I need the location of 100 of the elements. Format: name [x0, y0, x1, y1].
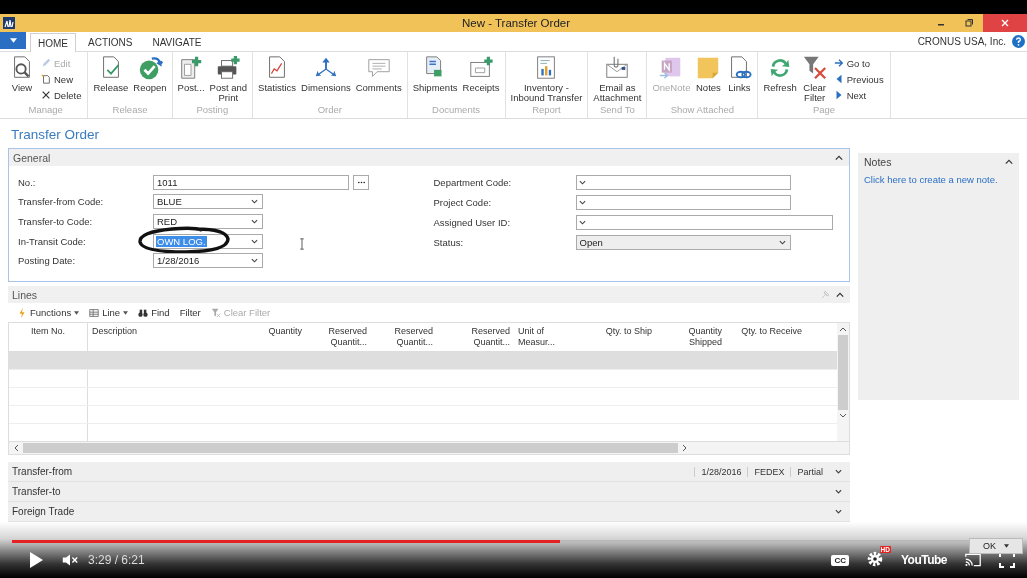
- collapse-icon[interactable]: [835, 154, 843, 161]
- toolbar-button[interactable]: Functions: [14, 307, 83, 318]
- text-cursor-icon: [299, 238, 305, 250]
- envelope-icon: [604, 55, 631, 81]
- ribbon-group-label: Manage: [28, 104, 63, 117]
- ribbon-button[interactable]: Notes: [693, 55, 724, 104]
- page-title: Transfer Order: [10, 126, 101, 144]
- panel-title: Lines: [12, 288, 38, 301]
- toolbar-button[interactable]: Find: [135, 307, 173, 318]
- fasttab-header[interactable]: Transfer-from 1/28/2016 FEDEX Partial: [8, 462, 850, 482]
- ribbon-group-label: Page: [812, 104, 836, 117]
- scroll-left-icon[interactable]: [13, 444, 19, 452]
- ribbon-button[interactable]: Post...: [175, 55, 207, 104]
- ellipsis-icon: [356, 180, 366, 184]
- ribbon-button[interactable]: Email as Attachment: [591, 55, 644, 104]
- column-header[interactable]: Qty. to Ship: [586, 323, 656, 351]
- field-label: Posting Date:: [18, 255, 77, 267]
- new-note-link[interactable]: Click here to create a new note.: [858, 170, 1019, 189]
- ribbon-tab[interactable]: NAVIGATE: [144, 33, 210, 51]
- column-header[interactable]: Item No.: [9, 323, 88, 351]
- column-header[interactable]: Quantity Shipped: [656, 323, 726, 351]
- panel-title: General: [13, 151, 51, 164]
- quality-menu[interactable]: OK: [969, 538, 1023, 554]
- cast-icon[interactable]: [965, 552, 981, 568]
- pencil-icon: [41, 58, 51, 68]
- close-icon: [1000, 18, 1010, 28]
- settings-icon[interactable]: [866, 551, 883, 567]
- ribbon-button[interactable]: Shipments: [410, 55, 460, 104]
- ribbon-button[interactable]: Clear Filter: [799, 55, 830, 104]
- dropdown-icon: [251, 218, 258, 224]
- column-header[interactable]: Reserved Quantit...: [437, 323, 514, 351]
- ribbon-tab[interactable]: ACTIONS: [80, 33, 141, 51]
- ribbon-button[interactable]: Go to: [830, 56, 887, 70]
- ribbon-button[interactable]: New: [38, 72, 85, 86]
- funnel-cross-icon: [801, 55, 828, 81]
- youtube-logo[interactable]: YouTube: [900, 553, 947, 567]
- input-field[interactable]: 1/28/2016: [153, 253, 263, 269]
- cross-icon: [41, 90, 51, 100]
- ribbon-button[interactable]: Reopen: [131, 55, 169, 104]
- dropdown-icon: [578, 200, 586, 205]
- column-header[interactable]: Reserved Quantit...: [306, 323, 371, 351]
- field-label: Project Code:: [433, 197, 493, 208]
- ribbon-button[interactable]: Dimensions: [299, 55, 353, 104]
- field-label: No.:: [18, 176, 37, 188]
- play-icon[interactable]: [28, 552, 44, 568]
- column-header[interactable]: Quantity: [256, 323, 306, 351]
- expand-icon: [835, 509, 842, 514]
- fasttab-header[interactable]: Transfer-to: [8, 482, 850, 502]
- ribbon-group-label: Show Attached: [670, 104, 735, 117]
- captions-button[interactable]: CC: [831, 554, 849, 566]
- scroll-right-icon[interactable]: [682, 444, 688, 452]
- fullscreen-icon[interactable]: [999, 552, 1015, 568]
- fasttab-header[interactable]: Foreign Trade: [8, 502, 850, 522]
- collapse-icon[interactable]: [836, 291, 844, 298]
- video-time: 3:29 / 6:21: [88, 553, 145, 567]
- arrow-right-icon: [833, 58, 844, 68]
- scroll-up-icon[interactable]: [839, 326, 847, 332]
- restore-icon[interactable]: [964, 18, 974, 28]
- dropdown-icon: [251, 199, 258, 205]
- ribbon-button[interactable]: Post and Print: [207, 55, 250, 104]
- dropdown-field[interactable]: [575, 215, 833, 230]
- input-field[interactable]: RED: [153, 213, 263, 229]
- ribbon-button[interactable]: View: [7, 55, 37, 104]
- input-field[interactable]: BLUE: [153, 194, 263, 210]
- dropdown-icon: [778, 240, 786, 245]
- ribbon-button[interactable]: Release: [91, 55, 131, 104]
- vertical-scrollbar[interactable]: [837, 323, 849, 441]
- ribbon-button[interactable]: Previous: [830, 72, 887, 86]
- column-header[interactable]: Reserved Quantit...: [371, 323, 437, 351]
- help-icon[interactable]: [1012, 35, 1025, 48]
- column-header[interactable]: Qty. to Receive: [726, 323, 806, 351]
- column-header[interactable]: Unit of Measur...: [514, 323, 586, 351]
- ribbon-button[interactable]: Refresh: [761, 55, 799, 104]
- ribbon-button[interactable]: Statistics: [256, 55, 299, 104]
- ribbon-button[interactable]: Next: [830, 88, 887, 102]
- ribbon-button[interactable]: Receipts: [460, 55, 502, 104]
- dropdown-field[interactable]: [575, 175, 791, 190]
- binoculars-icon: [138, 307, 149, 318]
- collapse-icon[interactable]: [1005, 158, 1013, 165]
- fasttab-summary: FEDEX: [747, 466, 791, 477]
- ribbon-button[interactable]: Delete: [38, 88, 85, 102]
- ribbon-button[interactable]: Links: [724, 55, 755, 104]
- toolbar-button[interactable]: Filter: [176, 307, 204, 318]
- ribbon-button[interactable]: Comments: [353, 55, 404, 104]
- lightning-icon: [17, 307, 27, 318]
- ribbon-group-label: Order: [317, 104, 342, 117]
- ribbon-tab[interactable]: HOME: [30, 33, 76, 52]
- toolbar-button[interactable]: Line: [86, 307, 132, 318]
- dropdown-field[interactable]: [575, 195, 791, 210]
- dropdown-icon: [578, 220, 586, 225]
- ribbon-group-label: Documents: [432, 104, 481, 117]
- app-menu-button[interactable]: [0, 32, 26, 49]
- ribbon-button[interactable]: Inventory - Inbound Transfer: [508, 55, 585, 104]
- scroll-down-icon[interactable]: [839, 413, 847, 419]
- horizontal-scrollbar[interactable]: [8, 442, 850, 455]
- dropdown-icon: [578, 180, 586, 185]
- input-field[interactable]: 1011: [153, 174, 349, 190]
- grid-icon: [89, 307, 100, 318]
- column-header[interactable]: Description: [88, 323, 256, 351]
- volume-icon[interactable]: [62, 552, 78, 568]
